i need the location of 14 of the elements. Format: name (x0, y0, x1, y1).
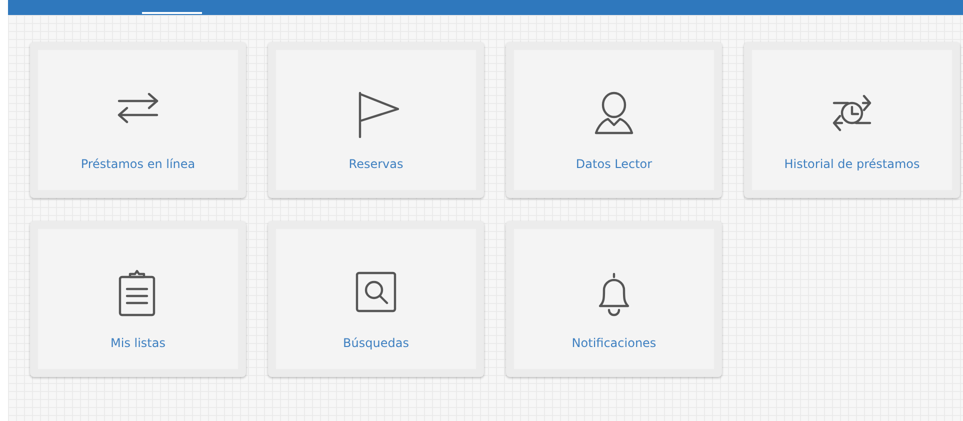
tile-card[interactable]: Mis listas (30, 221, 246, 377)
tile-label: Historial de préstamos (784, 156, 920, 173)
tile-label: Mis listas (110, 335, 166, 352)
tile-card[interactable]: Búsquedas (268, 221, 484, 377)
tile-label: Reservas (348, 156, 404, 173)
tile-card[interactable]: Historial de préstamos (744, 42, 960, 198)
tile-label: Notificaciones (572, 335, 656, 352)
tile-card[interactable]: Notificaciones (506, 221, 722, 377)
tile-card[interactable]: Reservas (268, 42, 484, 198)
tile-label: Datos Lector (576, 156, 652, 173)
tile-label: Búsquedas (343, 335, 409, 352)
tile-card[interactable]: Préstamos en línea (30, 42, 246, 198)
tile-label: Préstamos en línea (80, 156, 196, 173)
tile-card[interactable]: Datos Lector (506, 42, 722, 198)
